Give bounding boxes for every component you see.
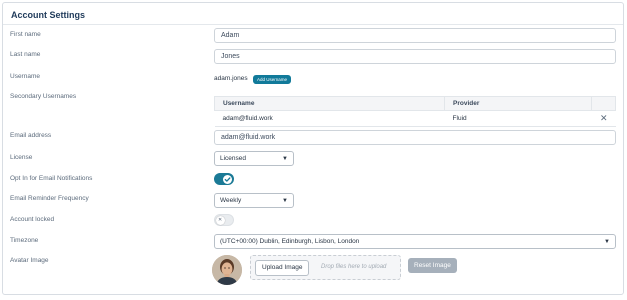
username-label: Username [10,73,40,80]
reset-image-button[interactable]: Reset Image [408,258,457,273]
dropzone-hint: Drop files here to upload [321,264,387,270]
avatar-photo [212,255,242,285]
account-locked-toggle[interactable]: ✕ [214,214,234,226]
avatar [212,255,242,285]
username-value: adam.jones [214,75,248,82]
license-selected-value: Licensed [220,155,247,162]
avatar-image-label: Avatar Image [10,257,49,264]
email-field[interactable]: adam@fluid.work [214,130,616,145]
reminder-frequency-label: Email Reminder Frequency [10,195,89,202]
chevron-down-icon: ▼ [604,239,610,245]
license-label: License [10,154,33,161]
email-label: Email address [10,132,52,139]
toggle-knob [223,174,232,184]
reminder-frequency-select[interactable]: Weekly ▼ [214,193,294,208]
close-icon[interactable]: ✕ [600,113,608,123]
column-header-username: Username [213,96,446,111]
toggle-knob: ✕ [216,216,225,225]
chevron-down-icon: ▼ [282,156,288,162]
table-row: adam@fluid.work Fluid ✕ [214,110,616,127]
upload-image-button[interactable]: Upload Image [255,260,310,276]
column-header-provider: Provider [444,96,593,111]
account-locked-label: Account locked [10,216,55,223]
check-icon [224,176,231,182]
timezone-select[interactable]: (UTC+00:00) Dublin, Edinburgh, Lisbon, L… [214,234,616,249]
opt-in-label: Opt In for Email Notifications [10,175,93,182]
chevron-down-icon: ▼ [282,198,288,204]
last-name-label: Last name [10,51,41,58]
page-title: Account Settings [11,10,86,20]
first-name-label: First name [10,31,41,38]
last-name-input[interactable]: Jones [214,49,616,64]
provider-cell: Fluid [444,110,592,127]
secondary-username-cell: adam@fluid.work [214,110,445,127]
add-username-button[interactable]: Add Username [253,75,292,84]
timezone-label: Timezone [10,237,39,244]
table-header-row: Username Provider [213,96,616,111]
reminder-selected-value: Weekly [220,197,242,204]
close-icon: ✕ [218,217,223,223]
secondary-usernames-label: Secondary Usernames [10,93,77,100]
first-name-input[interactable]: Adam [214,28,616,43]
avatar-dropzone[interactable]: Upload Image Drop files here to upload [250,255,401,280]
account-settings-panel: Account Settings First name Last name Us… [2,2,624,295]
column-header-actions [591,96,616,111]
secondary-usernames-table: Username Provider adam@fluid.work Fluid … [213,96,616,127]
opt-in-toggle[interactable] [214,173,234,185]
license-select[interactable]: Licensed ▼ [214,151,294,166]
title-divider [3,24,623,25]
timezone-selected-value: (UTC+00:00) Dublin, Edinburgh, Lisbon, L… [220,238,360,245]
